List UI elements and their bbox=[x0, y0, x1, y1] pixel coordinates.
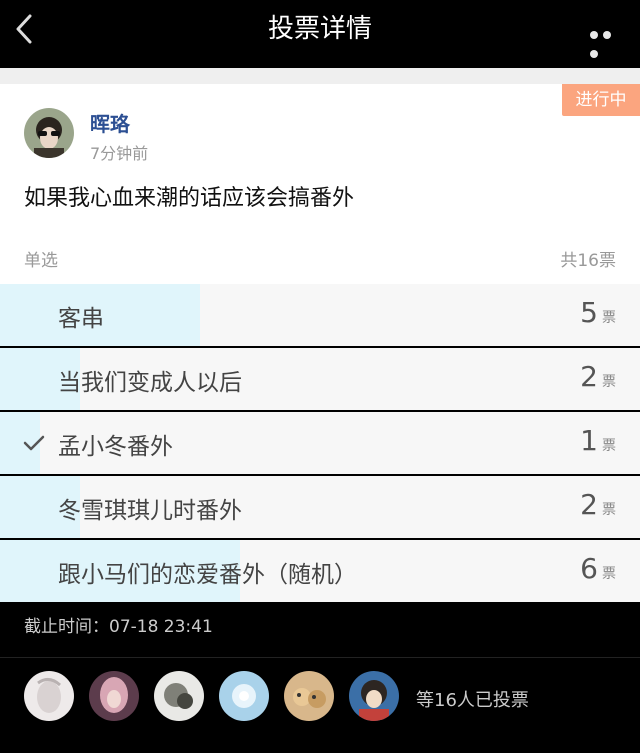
vote-count: 2 bbox=[580, 360, 598, 393]
vote-unit: 票 bbox=[602, 502, 616, 518]
poll-card: 进行中 晖珞 7分钟前 如果我心血来潮的话应该会搞番外 单选 共16票 bbox=[0, 84, 640, 284]
poll-options: 客串 5 票当我们变成人以后 2 票孟小冬番外 1 票冬雪琪琪儿时番外 2 票跟小马们的恋爱番外… bbox=[0, 284, 640, 604]
divider bbox=[0, 657, 640, 658]
vote-count: 2 bbox=[580, 488, 598, 521]
option-votes: 1票 bbox=[580, 424, 616, 457]
divider bbox=[0, 68, 640, 84]
post-time: 7分钟前 bbox=[90, 144, 149, 163]
vote-unit: 票 bbox=[602, 310, 616, 326]
more-horizontal-icon[interactable] bbox=[590, 24, 628, 58]
author-name[interactable]: 晖珞 bbox=[90, 108, 130, 137]
option-label: 孟小冬番外 bbox=[58, 434, 173, 460]
option-label: 客串 bbox=[58, 306, 104, 332]
poll-option[interactable]: 跟小马们的恋爱番外（随机） 6 票 bbox=[0, 540, 640, 602]
poll-option[interactable]: 冬雪琪琪儿时番外 2 票 bbox=[0, 476, 640, 538]
top-bar: 投票详情 bbox=[0, 0, 640, 68]
poll-question: 如果我心血来潮的话应该会搞番外 bbox=[24, 186, 355, 211]
voter-avatar[interactable] bbox=[154, 671, 204, 721]
vote-unit: 票 bbox=[602, 438, 616, 454]
option-label: 当我们变成人以后 bbox=[58, 370, 242, 396]
vote-unit: 票 bbox=[602, 566, 616, 582]
page-title: 投票详情 bbox=[267, 14, 372, 44]
option-votes: 2票 bbox=[580, 360, 616, 393]
voter-avatar[interactable] bbox=[349, 671, 399, 721]
voter-avatar[interactable] bbox=[24, 671, 74, 721]
option-label: 跟小马们的恋爱番外（随机） bbox=[58, 562, 357, 588]
vote-count: 1 bbox=[580, 424, 598, 457]
poll-option[interactable]: 孟小冬番外 1 票 bbox=[0, 412, 640, 474]
voter-avatar[interactable] bbox=[89, 671, 139, 721]
vote-count: 5 bbox=[580, 296, 598, 329]
voter-avatar[interactable] bbox=[219, 671, 269, 721]
poll-type: 单选 bbox=[24, 251, 58, 271]
deadline-text: 截止时间：07-18 23:41 bbox=[24, 617, 213, 637]
poll-option[interactable]: 客串 5 票 bbox=[0, 284, 640, 346]
option-votes: 2票 bbox=[580, 488, 616, 521]
vote-count: 6 bbox=[580, 552, 598, 585]
option-label: 冬雪琪琪儿时番外 bbox=[58, 498, 242, 524]
status-badge: 进行中 bbox=[562, 84, 640, 116]
voted-count[interactable]: 等16人已投票 bbox=[416, 686, 529, 712]
check-icon bbox=[23, 435, 45, 451]
vote-total: 共16票 bbox=[560, 251, 616, 271]
voter-avatar[interactable] bbox=[284, 671, 334, 721]
option-votes: 6票 bbox=[580, 552, 616, 585]
author-avatar[interactable] bbox=[24, 108, 74, 158]
option-votes: 5票 bbox=[580, 296, 616, 329]
vote-unit: 票 bbox=[602, 374, 616, 390]
poll-option[interactable]: 当我们变成人以后 2 票 bbox=[0, 348, 640, 410]
